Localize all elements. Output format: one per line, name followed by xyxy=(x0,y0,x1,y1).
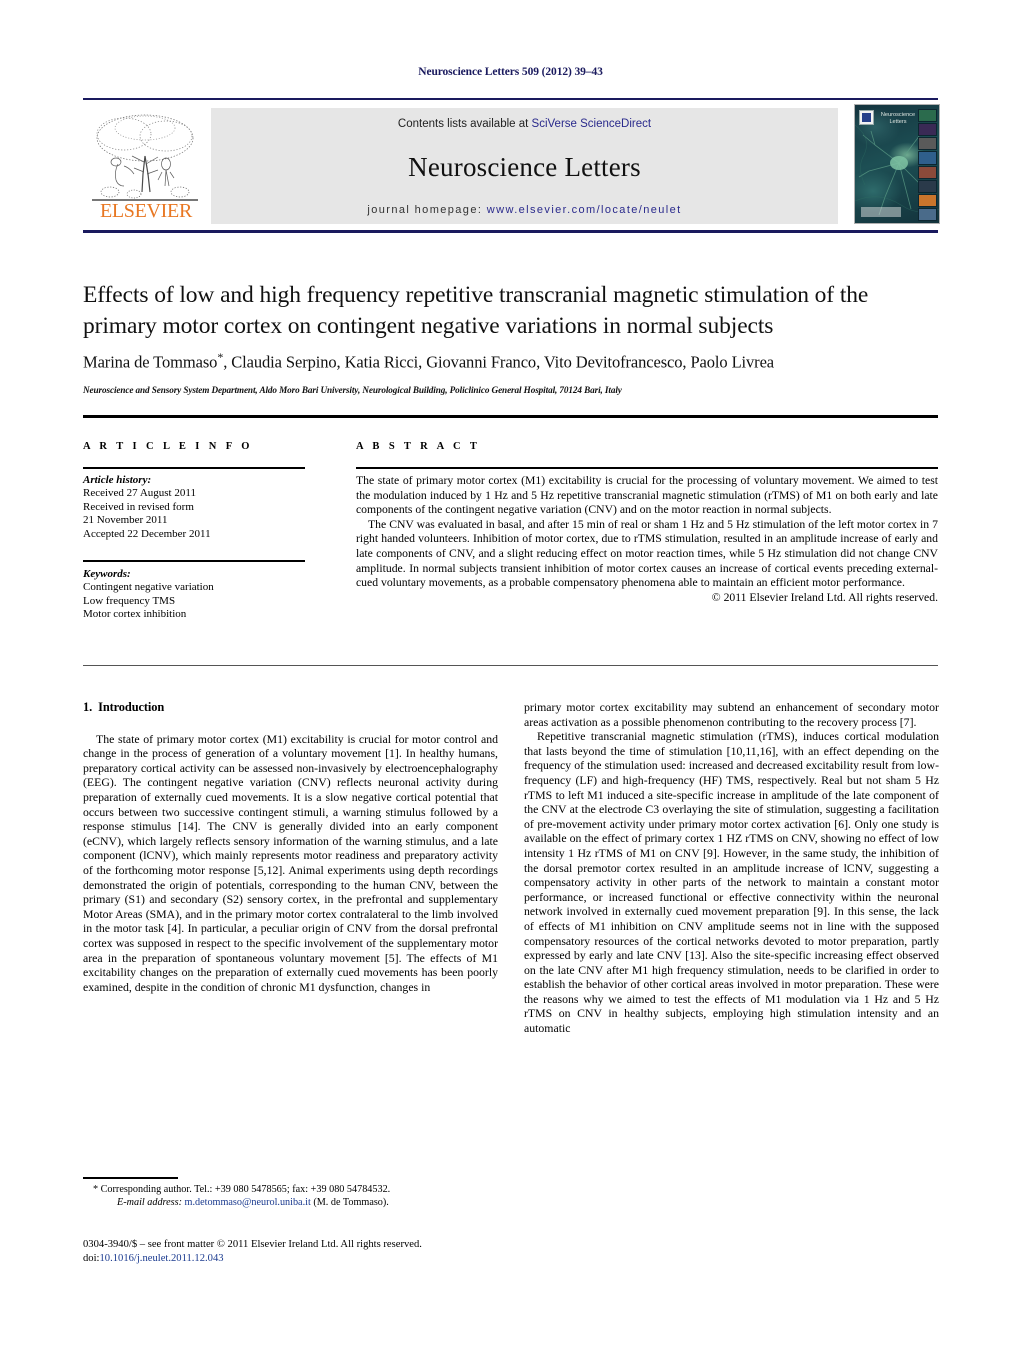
homepage-prefix: journal homepage: xyxy=(367,204,487,216)
header-bottom-rule xyxy=(83,230,938,233)
article-history-line: Received in revised form xyxy=(83,500,194,513)
article-history-heading: Article history: xyxy=(83,474,152,486)
doi-link[interactable]: 10.1016/j.neulet.2011.12.043 xyxy=(99,1253,223,1264)
article-history-line: Received 27 August 2011 xyxy=(83,487,196,500)
article-history: Article history: Received 27 August 2011… xyxy=(83,474,313,541)
page-title: Effects of low and high frequency repeti… xyxy=(83,282,869,339)
body-paragraph: Repetitive transcranial magnetic stimula… xyxy=(524,729,939,1036)
journal-homepage-line: journal homepage: www.elsevier.com/locat… xyxy=(211,204,838,216)
article-history-line: Accepted 22 December 2011 xyxy=(83,527,211,540)
article-history-line: 21 November 2011 xyxy=(83,514,168,527)
doi-label: doi: xyxy=(83,1252,100,1264)
author-list: Marina de Tommaso*, Claudia Serpino, Kat… xyxy=(83,350,963,373)
cover-badge-inner xyxy=(862,113,871,122)
email-link[interactable]: m.detommaso@neurol.uniba.it xyxy=(185,1197,311,1208)
keywords-rule xyxy=(83,560,305,562)
body-column-left: 1. Introduction The state of primary mot… xyxy=(83,700,498,994)
running-head: Neuroscience Letters 509 (2012) 39–43 xyxy=(418,66,603,78)
footnote-marker: * xyxy=(93,1184,99,1195)
doi-line: doi:10.1016/j.neulet.2011.12.043 xyxy=(83,1252,513,1266)
body-paragraph: primary motor cortex excitability may su… xyxy=(524,700,939,729)
cover-strip-cell xyxy=(918,165,937,179)
abstract-section-top-rule xyxy=(83,415,938,418)
email-owner: (M. de Tommaso). xyxy=(313,1197,389,1208)
body-paragraph: The state of primary motor cortex (M1) e… xyxy=(83,731,498,994)
abstract-paragraph: The state of primary motor cortex (M1) e… xyxy=(356,474,938,517)
section-heading-introduction: 1. Introduction xyxy=(83,700,498,715)
cover-strip-cell xyxy=(918,151,937,165)
abstract-label: A B S T R A C T xyxy=(356,441,481,452)
contents-list-line: Contents lists available at SciVerse Sci… xyxy=(211,118,838,130)
abstract-body: The state of primary motor cortex (M1) e… xyxy=(356,474,938,605)
cover-image-strip xyxy=(918,109,937,221)
article-info-label: A R T I C L E I N F O xyxy=(83,441,253,452)
cover-strip-cell xyxy=(918,137,937,151)
footnote-separator-rule xyxy=(83,1177,178,1179)
cover-strip-cell xyxy=(918,179,937,193)
article-info-rule xyxy=(83,467,305,469)
section-title: Introduction xyxy=(98,700,165,714)
section-number: 1. xyxy=(83,700,93,714)
corresponding-author-text: Corresponding author. Tel.: +39 080 5478… xyxy=(100,1184,391,1195)
contents-prefix: Contents lists available at xyxy=(397,118,532,130)
keyword-item: Motor cortex inhibition xyxy=(83,608,187,621)
journal-article-page: Neuroscience Letters 509 (2012) 39–43 EL… xyxy=(0,0,1021,1351)
cover-publisher-badge xyxy=(859,110,874,125)
keywords-block: Keywords: Contingent negative variation … xyxy=(83,568,313,622)
cover-strip-cell xyxy=(918,109,937,123)
sciencedirect-link[interactable]: SciVerse ScienceDirect xyxy=(532,118,652,130)
keywords-heading: Keywords: xyxy=(83,568,131,580)
issn-line: 0304-3940/$ – see front matter © 2011 El… xyxy=(83,1239,422,1250)
journal-title: Neuroscience Letters xyxy=(408,152,641,182)
keyword-item: Low frequency TMS xyxy=(83,594,176,607)
author-first: Marina de Tommaso xyxy=(83,352,218,372)
abstract-paragraph: The CNV was evaluated in basal, and afte… xyxy=(356,517,938,590)
affiliation: Neuroscience and Sensory System Departme… xyxy=(83,385,622,395)
keyword-item: Contingent negative variation xyxy=(83,581,214,594)
corresponding-author-note: * Corresponding author. Tel.: +39 080 54… xyxy=(83,1183,503,1196)
footnote-block: * Corresponding author. Tel.: +39 080 54… xyxy=(83,1183,503,1209)
header-top-rule xyxy=(83,98,938,100)
cover-strip-cell xyxy=(918,193,937,207)
journal-cover-thumbnail: Neuroscience Letters xyxy=(854,104,940,224)
author-rest: , Claudia Serpino, Katia Ricci, Giovanni… xyxy=(223,352,775,372)
elsevier-wordmark: ELSEVIER xyxy=(99,200,193,222)
abstract-copyright: © 2011 Elsevier Ireland Ltd. All rights … xyxy=(711,590,938,604)
body-column-right: primary motor cortex excitability may su… xyxy=(524,700,939,1036)
abstract-rule xyxy=(356,467,938,469)
abstract-section-bottom-rule xyxy=(83,665,938,666)
issn-doi-block: 0304-3940/$ – see front matter © 2011 El… xyxy=(83,1238,513,1265)
cover-strip-cell xyxy=(918,123,937,137)
journal-homepage-link[interactable]: www.elsevier.com/locate/neulet xyxy=(487,204,682,216)
email-note: E-mail address: m.detommaso@neurol.uniba… xyxy=(83,1196,503,1209)
cover-strip-cell xyxy=(918,207,937,221)
email-label: E-mail address: xyxy=(117,1197,182,1208)
cover-footer-strip xyxy=(861,207,901,217)
cover-journal-title: Neuroscience Letters xyxy=(880,112,916,125)
